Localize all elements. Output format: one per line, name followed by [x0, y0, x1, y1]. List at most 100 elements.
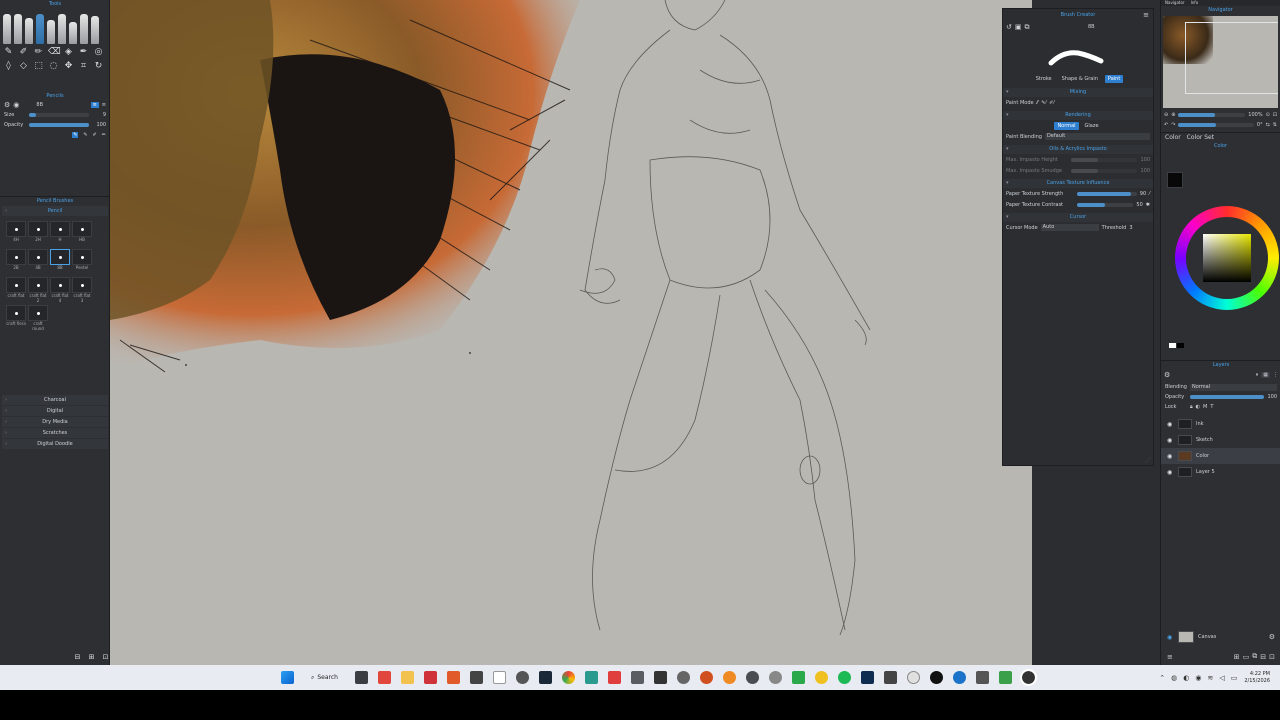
white-swatch[interactable]: [1169, 343, 1176, 348]
tab-info[interactable]: Info: [1191, 0, 1199, 6]
brush-tool-icon[interactable]: ✎: [3, 47, 14, 58]
water-drop-icon[interactable]: ◊: [3, 61, 14, 72]
layer-opacity-value[interactable]: 100: [1267, 394, 1277, 400]
photoshop-icon[interactable]: [861, 671, 874, 684]
lock-text-icon[interactable]: T: [1210, 404, 1213, 410]
brush-pen-icon[interactable]: ✎: [72, 132, 79, 138]
layer-row[interactable]: ◉ Sketch: [1161, 432, 1280, 448]
paint-mode-icon[interactable]: ⁄⁄: [1037, 100, 1039, 106]
cursor-mode-select[interactable]: Auto: [1040, 224, 1099, 231]
app-icon[interactable]: [746, 671, 759, 684]
category-charcoal[interactable]: Charcoal: [2, 395, 108, 405]
app-icon[interactable]: [677, 671, 690, 684]
paper-contrast-value[interactable]: 50: [1136, 202, 1142, 208]
tray-icon[interactable]: ◍: [1171, 674, 1177, 682]
brush-preset[interactable]: 2H: [28, 221, 48, 247]
brush-pen-icon[interactable]: ✐: [93, 132, 97, 138]
spotify-icon[interactable]: [838, 671, 851, 684]
select-tool-icon[interactable]: ⬚: [33, 61, 44, 72]
media-icon[interactable]: [608, 671, 621, 684]
mixing-section-header[interactable]: Mixing: [1003, 88, 1153, 97]
panel-menu-icon[interactable]: ≡: [102, 102, 106, 108]
max-impasto-height-slider[interactable]: [1071, 157, 1138, 162]
tab-navigator[interactable]: Navigator: [1165, 0, 1185, 6]
new-layer-icon[interactable]: ⊞: [1234, 653, 1240, 661]
brush-pen-icon[interactable]: ✎: [83, 132, 87, 138]
blending-select[interactable]: Normal: [1190, 383, 1277, 391]
brush-pen-icon[interactable]: ✏: [102, 132, 106, 138]
wifi-icon[interactable]: ≋: [1207, 674, 1213, 682]
eye-icon[interactable]: ◉: [1167, 469, 1174, 475]
zoom-reset-icon[interactable]: ⊡: [1273, 112, 1277, 118]
transform-tool-icon[interactable]: ✥: [63, 61, 74, 72]
lasso-tool-icon[interactable]: ◌: [48, 61, 59, 72]
opacity-slider[interactable]: [29, 123, 89, 127]
flip-icon[interactable]: ⇆: [1266, 122, 1270, 128]
brush-preset[interactable]: craft flat: [6, 277, 26, 303]
layer-opacity-slider[interactable]: [1190, 395, 1265, 399]
brush-preset[interactable]: 8B: [50, 249, 70, 275]
tab-color[interactable]: Color: [1165, 134, 1181, 141]
brush-preset[interactable]: 4B: [28, 249, 48, 275]
blender-icon[interactable]: [723, 671, 736, 684]
render-normal-tab[interactable]: Normal: [1054, 121, 1079, 130]
max-impasto-smudge-slider[interactable]: [1071, 168, 1138, 173]
volume-icon[interactable]: ◁: [1219, 674, 1224, 682]
shield-icon[interactable]: [447, 671, 460, 684]
pencil-preset-icon[interactable]: [91, 16, 99, 44]
brush-preset[interactable]: craft fiera: [6, 305, 26, 331]
app-icon[interactable]: [815, 671, 828, 684]
category-digital[interactable]: Digital: [2, 406, 108, 416]
layer-menu-icon[interactable]: ⋮: [1273, 372, 1278, 378]
app-icon[interactable]: [907, 671, 920, 684]
paper-strength-slider[interactable]: [1077, 191, 1137, 196]
size-value[interactable]: 9: [92, 112, 106, 118]
canvas-settings-icon[interactable]: ⚙: [1269, 633, 1275, 641]
cursor-section-header[interactable]: Cursor: [1003, 213, 1153, 222]
pencil-preset-icon[interactable]: [58, 14, 66, 44]
app-icon[interactable]: [631, 671, 644, 684]
lock-icon[interactable]: 🔒︎: [1190, 404, 1193, 410]
pencil-preset-icon[interactable]: [14, 14, 22, 44]
size-slider[interactable]: [29, 113, 89, 117]
canvas-layer-row[interactable]: ◉ Canvas ⚙: [1161, 629, 1280, 645]
brush-preset[interactable]: craft flat 3: [72, 277, 92, 303]
document-icon[interactable]: [493, 671, 506, 684]
brush-preset[interactable]: craft flat 4: [50, 277, 70, 303]
link-icon[interactable]: ⁄: [1149, 191, 1150, 197]
pencil-preset-icon[interactable]: [69, 22, 77, 44]
pencil-preset-icon[interactable]: [47, 20, 55, 44]
rebelle-icon[interactable]: [1020, 669, 1037, 686]
eye-icon[interactable]: ◉: [1167, 634, 1174, 640]
threshold-value[interactable]: 3: [1129, 225, 1132, 231]
eye-icon[interactable]: ◉: [1167, 421, 1174, 427]
flip-vertical-icon[interactable]: ⇅: [1273, 122, 1277, 128]
lock-alpha-icon[interactable]: ◐: [1196, 404, 1200, 410]
battery-icon[interactable]: ▭: [1231, 674, 1238, 682]
picker-tool-icon[interactable]: ◎: [93, 47, 104, 58]
rotate-right-icon[interactable]: ↷: [1171, 122, 1175, 128]
brush-preset[interactable]: 4H: [6, 221, 26, 247]
unreal-icon[interactable]: [930, 671, 943, 684]
pencil-preset-icon[interactable]: [80, 14, 88, 44]
import-brush-icon[interactable]: ⊟: [72, 652, 83, 663]
layer-row[interactable]: ◉ Color: [1161, 448, 1280, 464]
layer-view-icon[interactable]: ▦: [1261, 372, 1270, 378]
current-color-swatch[interactable]: [1167, 172, 1183, 188]
taskbar-search[interactable]: ⌕ Search: [303, 670, 346, 686]
save-icon[interactable]: ▣: [1015, 23, 1022, 31]
app-icon[interactable]: [654, 671, 667, 684]
settings-icon[interactable]: ✱: [1146, 202, 1150, 208]
file-explorer-icon[interactable]: [401, 671, 414, 684]
windows-start-icon[interactable]: [281, 671, 294, 684]
tab-paint[interactable]: Paint: [1104, 75, 1124, 83]
pencil-preset-icon[interactable]: [25, 18, 33, 44]
settings-app-icon[interactable]: [516, 671, 529, 684]
navigator-preview[interactable]: [1163, 16, 1278, 108]
pencil-preset-icon[interactable]: [36, 14, 44, 44]
rendering-section-header[interactable]: Rendering: [1003, 111, 1153, 120]
rotation-value[interactable]: 0°: [1257, 122, 1263, 128]
app-icon[interactable]: [884, 671, 897, 684]
brush-preset[interactable]: craft flat 2: [28, 277, 48, 303]
tray-icon[interactable]: ◐: [1183, 674, 1189, 682]
